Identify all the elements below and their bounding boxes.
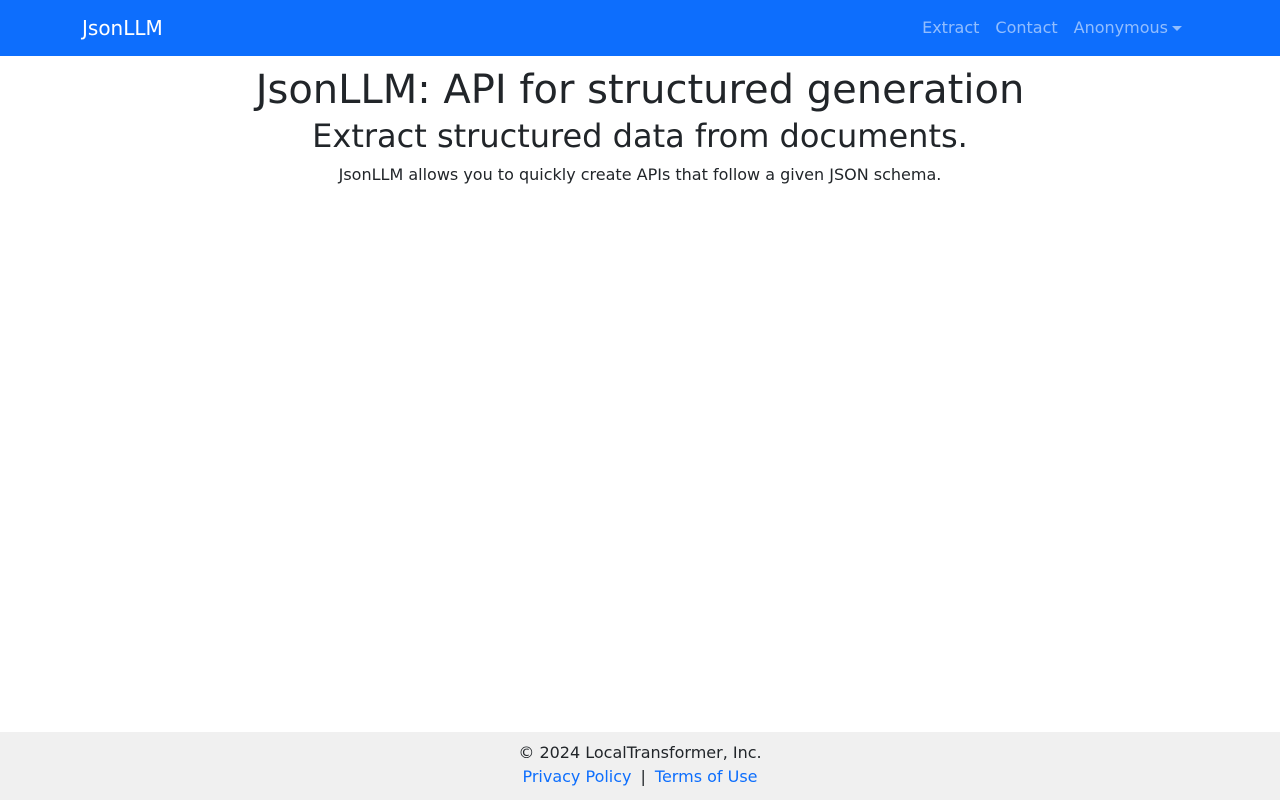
copyright-text: © 2024 LocalTransformer, Inc. — [518, 743, 762, 762]
page-description: JsonLLM allows you to quickly create API… — [338, 165, 942, 184]
page-subtitle: Extract structured data from documents. — [312, 117, 968, 155]
brand-link[interactable]: JsonLLM — [82, 15, 163, 41]
navbar: JsonLLM Extract Contact Anonymous — [0, 0, 1280, 56]
footer: © 2024 LocalTransformer, Inc. Privacy Po… — [0, 732, 1280, 800]
hero-section: JsonLLM: API for structured generation E… — [0, 66, 1280, 187]
caret-down-icon — [1172, 25, 1182, 31]
page-title: JsonLLM: API for structured generation — [255, 67, 1025, 113]
privacy-policy-link[interactable]: Privacy Policy — [522, 767, 631, 786]
user-dropdown-label: Anonymous — [1073, 18, 1168, 37]
nav-link-extract[interactable]: Extract — [914, 16, 987, 40]
footer-separator: | — [640, 767, 646, 786]
footer-links: Privacy Policy | Terms of Use — [0, 765, 1280, 789]
user-dropdown-toggle[interactable]: Anonymous — [1066, 16, 1190, 40]
terms-of-use-link[interactable]: Terms of Use — [655, 767, 758, 786]
nav-link-contact[interactable]: Contact — [987, 16, 1065, 40]
nav-links: Extract Contact Anonymous — [914, 16, 1190, 40]
